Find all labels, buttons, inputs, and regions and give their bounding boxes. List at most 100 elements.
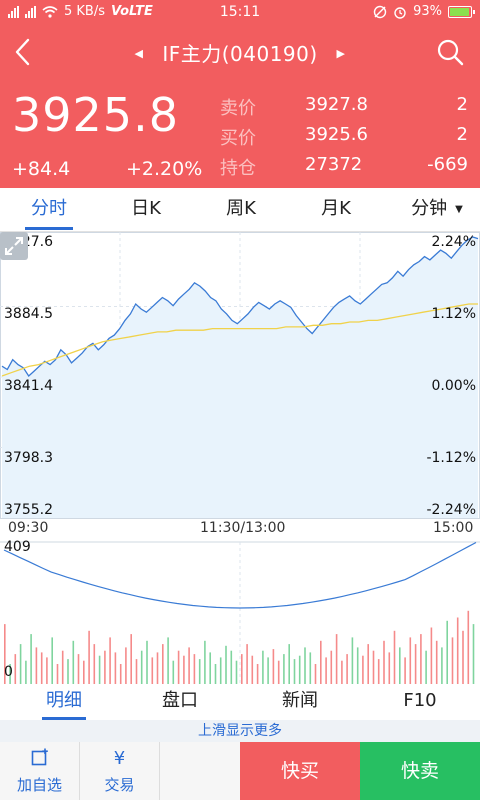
pct-tick: -1.12% bbox=[426, 450, 476, 466]
tab-news[interactable]: 新闻 bbox=[250, 684, 350, 720]
volume-bar bbox=[51, 637, 53, 684]
add-watchlist-label: 加自选 bbox=[16, 776, 62, 794]
volume-bar bbox=[67, 659, 69, 684]
ask-volume: 2 bbox=[456, 94, 468, 115]
volume-bar bbox=[288, 644, 290, 684]
quick-sell-button[interactable]: 快卖 bbox=[360, 742, 480, 800]
bottom-spacer bbox=[160, 742, 240, 800]
expand-icon[interactable] bbox=[0, 232, 28, 260]
detail-tabs: 明细 盘口 新闻 F10 bbox=[0, 684, 480, 720]
price-change-pct: +2.20% bbox=[126, 158, 203, 180]
volume-bar bbox=[430, 627, 433, 684]
pct-tick: 2.24% bbox=[431, 234, 476, 250]
volume-bar bbox=[204, 640, 206, 684]
volume-bar bbox=[30, 634, 32, 684]
open-interest-row: 持仓 27372 -669 bbox=[220, 154, 470, 184]
volume-bar bbox=[304, 647, 306, 684]
volume-bar bbox=[367, 644, 369, 684]
period-tabs: 分时 日K 周K 月K 分钟 ▼ bbox=[0, 188, 480, 232]
volume-bar bbox=[83, 660, 85, 684]
volume-bar bbox=[177, 650, 180, 684]
tab-monthly-k[interactable]: 月K bbox=[296, 188, 376, 232]
pct-tick: 1.12% bbox=[431, 306, 476, 322]
quote-info: 卖价 3927.8 2 买价 3925.6 2 持仓 27372 -669 bbox=[220, 94, 470, 184]
volume-bar bbox=[19, 644, 22, 684]
battery-icon bbox=[448, 5, 475, 18]
ask-price: 3927.8 bbox=[305, 94, 368, 115]
trade-button[interactable]: ¥ 交易 bbox=[80, 742, 160, 800]
volume-bar bbox=[425, 650, 427, 684]
volume-bar bbox=[277, 660, 280, 684]
volume-bar bbox=[235, 660, 238, 684]
volume-bar bbox=[441, 647, 443, 684]
contract-title[interactable]: IF主力(040190) bbox=[162, 42, 317, 66]
volume-bar bbox=[435, 640, 438, 684]
volume-bar bbox=[88, 630, 90, 684]
price-tick: 3841.4 bbox=[4, 378, 53, 394]
volume-bar bbox=[399, 647, 401, 684]
open-interest-label: 持仓 bbox=[220, 158, 256, 179]
volume-bar bbox=[325, 657, 327, 684]
volume-bar bbox=[467, 610, 470, 684]
volume-bar bbox=[241, 654, 243, 684]
volume-bar bbox=[151, 657, 154, 684]
open-interest-value: 27372 bbox=[305, 154, 363, 175]
tab-order-book[interactable]: 盘口 bbox=[130, 684, 230, 720]
volume-bar bbox=[351, 637, 354, 684]
volume-bar bbox=[346, 654, 348, 684]
volume-bar bbox=[140, 650, 143, 684]
chevron-down-icon: ▼ bbox=[455, 204, 463, 215]
volume-bar bbox=[356, 647, 359, 684]
quick-buy-button[interactable]: 快买 bbox=[240, 742, 360, 800]
open-interest-change: -669 bbox=[427, 154, 468, 175]
volume-bar bbox=[219, 657, 222, 684]
volume-bar bbox=[309, 652, 312, 684]
volume-bar bbox=[267, 657, 269, 684]
add-watchlist-button[interactable]: 加自选 bbox=[0, 742, 80, 800]
tab-minute[interactable]: 分钟 ▼ bbox=[394, 188, 480, 232]
ask-label: 卖价 bbox=[220, 98, 256, 119]
swipe-up-hint[interactable]: 上滑显示更多 bbox=[0, 720, 480, 742]
bid-volume: 2 bbox=[456, 124, 468, 145]
volume-bar bbox=[272, 649, 275, 684]
volume-bar bbox=[414, 644, 417, 684]
bid-row: 买价 3925.6 2 bbox=[220, 124, 470, 154]
volume-bar bbox=[330, 650, 333, 684]
volume-bar bbox=[98, 655, 101, 684]
tab-intraday[interactable]: 分时 bbox=[9, 188, 89, 232]
mute-icon bbox=[373, 5, 387, 18]
price-tick: 3884.5 bbox=[4, 306, 53, 322]
search-icon[interactable] bbox=[434, 36, 466, 68]
tab-weekly-k[interactable]: 周K bbox=[201, 188, 281, 232]
volume-bar bbox=[77, 654, 80, 684]
volume-bar bbox=[146, 640, 148, 684]
status-bar: 5 KB/s VoLTE 15:11 93% bbox=[0, 0, 480, 24]
price-area bbox=[2, 237, 478, 518]
nav-bar: ◀ IF主力(040190) ▶ bbox=[0, 24, 480, 80]
price-change: +84.4 bbox=[12, 158, 71, 180]
tab-trade-detail[interactable]: 明细 bbox=[14, 684, 114, 720]
prev-contract-icon[interactable]: ◀ bbox=[134, 47, 143, 60]
volume-bar bbox=[35, 647, 38, 684]
tab-daily-k[interactable]: 日K bbox=[106, 188, 186, 232]
add-square-icon bbox=[0, 748, 79, 770]
volume-bar bbox=[388, 652, 391, 684]
volume-bar bbox=[214, 664, 217, 684]
volume-bar bbox=[114, 652, 117, 684]
time-tick-midday: 11:30/13:00 bbox=[200, 520, 286, 536]
bid-label: 买价 bbox=[220, 128, 256, 149]
volume-bar bbox=[230, 650, 233, 684]
next-contract-icon[interactable]: ▶ bbox=[337, 47, 346, 60]
price-tick: 3755.2 bbox=[4, 502, 53, 518]
tab-f10[interactable]: F10 bbox=[370, 684, 470, 720]
battery-percent: 93% bbox=[413, 4, 442, 19]
volume-bar bbox=[251, 655, 254, 684]
volume-bar bbox=[156, 652, 159, 684]
volume-bar bbox=[320, 640, 322, 684]
volume-bar bbox=[393, 630, 396, 684]
intraday-chart[interactable]: 3927.6 3884.5 3841.4 3798.3 3755.2 2.24%… bbox=[0, 232, 480, 684]
volume-bar bbox=[61, 650, 64, 684]
volume-bar bbox=[183, 655, 185, 684]
volume-bar bbox=[188, 647, 190, 684]
volume-bar bbox=[462, 630, 464, 684]
